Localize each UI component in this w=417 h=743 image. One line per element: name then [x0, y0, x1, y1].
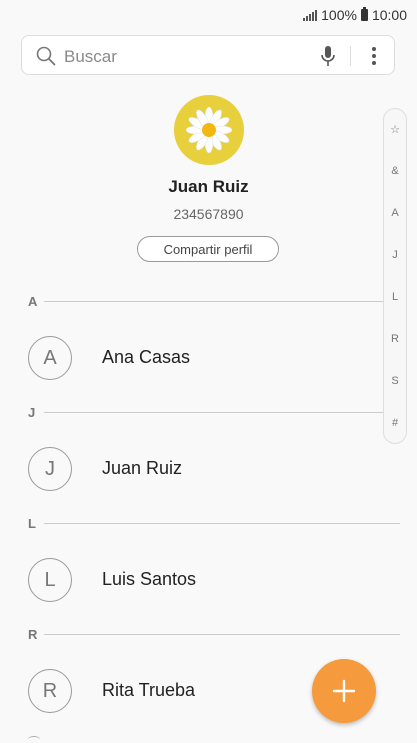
plus-icon: [332, 679, 356, 703]
contact-avatar: J: [28, 447, 72, 491]
add-contact-button[interactable]: [312, 659, 376, 723]
daisy-flower-icon: [185, 106, 233, 154]
section-letter: J: [28, 405, 36, 420]
index-item-s[interactable]: S: [384, 375, 406, 387]
status-indicators: 100% 10:00: [303, 6, 407, 24]
contact-row[interactable]: A Ana Casas: [0, 326, 380, 390]
contact-row[interactable]: L Luis Santos: [0, 548, 380, 612]
section-divider: [44, 634, 400, 635]
index-item-j[interactable]: J: [384, 249, 406, 261]
section-letter: R: [28, 627, 38, 642]
clock: 10:00: [371, 7, 407, 23]
section-header-l: L: [0, 514, 400, 534]
more-vertical-icon[interactable]: [362, 44, 386, 68]
search-input[interactable]: [62, 44, 316, 70]
section-letter: A: [28, 294, 38, 309]
section-divider: [44, 523, 400, 524]
index-item-favorites[interactable]: ☆: [384, 123, 406, 136]
contact-name: Luis Santos: [102, 569, 197, 589]
contact-name: Rita Trueba: [102, 680, 196, 700]
index-item-l[interactable]: L: [384, 291, 406, 303]
section-letter: L: [28, 516, 36, 531]
search-bar[interactable]: [21, 35, 395, 75]
search-divider: [350, 46, 351, 66]
index-item-symbol[interactable]: &: [384, 165, 406, 177]
profile-phone: 234567890: [173, 206, 244, 222]
contact-avatar: L: [28, 558, 72, 602]
section-divider: [44, 301, 400, 302]
battery-percentage: 100%: [321, 7, 357, 23]
index-item-hash[interactable]: #: [384, 417, 406, 429]
contact-row[interactable]: J Juan Ruiz: [0, 437, 380, 501]
index-item-a[interactable]: A: [384, 207, 406, 219]
profile-avatar[interactable]: [174, 95, 244, 165]
status-bar: 100% 10:00: [0, 0, 417, 30]
index-scroller[interactable]: ☆ & A J L R S #: [383, 108, 407, 444]
contact-avatar: R: [28, 669, 72, 713]
contact-name: Ana Casas: [102, 347, 191, 367]
profile-name: Juan Ruiz: [168, 177, 249, 196]
contact-name: Juan Ruiz: [102, 458, 183, 478]
section-header-j: J: [0, 403, 400, 423]
section-header-a: A: [0, 292, 400, 312]
battery-icon: [360, 7, 368, 21]
search-icon: [36, 46, 56, 66]
share-profile-button[interactable]: Compartir perfil: [137, 236, 279, 262]
index-item-r[interactable]: R: [384, 333, 406, 345]
section-header-r: R: [0, 625, 400, 645]
mic-icon[interactable]: [316, 44, 340, 68]
section-divider: [44, 412, 400, 413]
contact-avatar: A: [28, 336, 72, 380]
signal-icon: [303, 9, 318, 21]
